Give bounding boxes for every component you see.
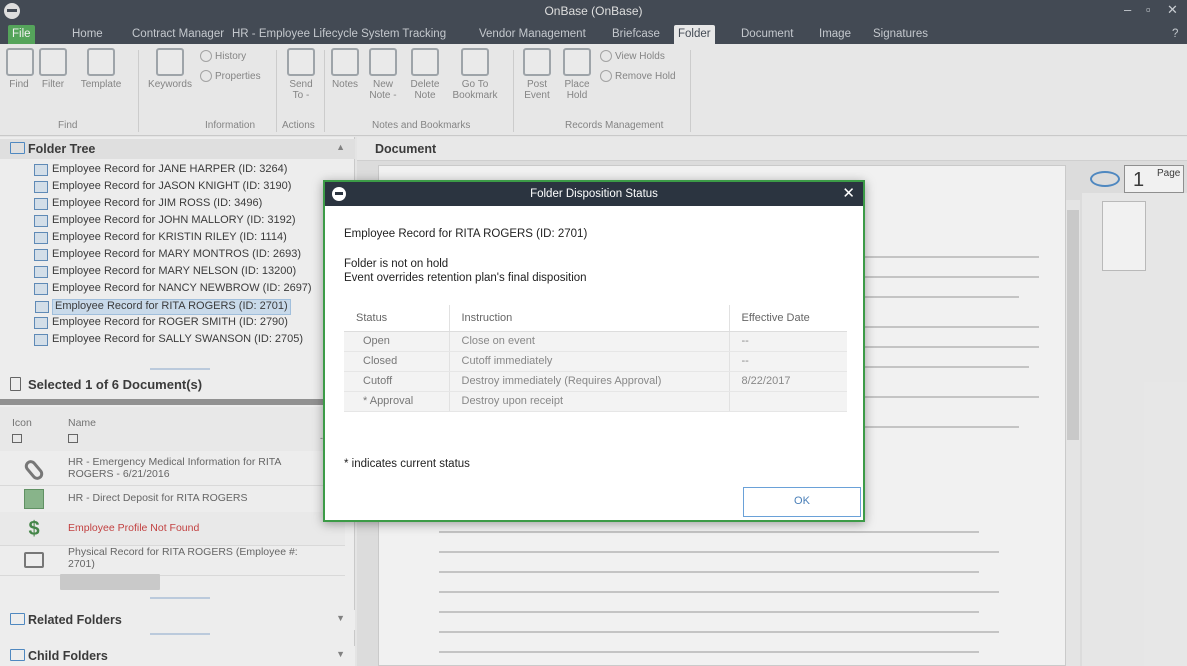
row-instruction: Destroy immediately (Requires Approval) xyxy=(448,371,729,392)
ok-button[interactable]: OK xyxy=(743,487,861,517)
table-row: Closed Cutoff immediately -- xyxy=(344,351,847,372)
row-effective-date: -- xyxy=(728,331,847,352)
disposition-table: Status Instruction Effective Date Open Cl… xyxy=(344,305,847,412)
row-effective-date: 8/22/2017 xyxy=(728,371,847,392)
record-name: Employee Record for RITA ROGERS (ID: 270… xyxy=(344,228,588,240)
row-instruction: Destroy upon receipt xyxy=(448,391,729,412)
footnote: * indicates current status xyxy=(344,458,470,470)
event-note: Event overrides retention plan's final d… xyxy=(344,272,587,284)
row-instruction: Cutoff immediately xyxy=(448,351,729,372)
row-status: Closed xyxy=(344,351,449,372)
row-status: Cutoff xyxy=(344,371,449,392)
hold-status: Folder is not on hold xyxy=(344,258,449,270)
dialog-title-bar: Folder Disposition Status ✕ xyxy=(325,182,863,206)
table-row: * Approval Destroy upon receipt xyxy=(344,391,847,412)
row-status: Open xyxy=(344,331,449,352)
table-row: Open Close on event -- xyxy=(344,331,847,352)
col-effective-date-header: Effective Date xyxy=(728,305,847,332)
onbase-logo-icon xyxy=(332,187,346,201)
col-instruction-header: Instruction xyxy=(448,305,729,332)
folder-disposition-dialog: Folder Disposition Status ✕ Employee Rec… xyxy=(323,180,865,522)
row-instruction: Close on event xyxy=(448,331,729,352)
close-icon[interactable]: ✕ xyxy=(842,182,855,206)
dialog-title: Folder Disposition Status xyxy=(530,188,658,200)
row-effective-date xyxy=(728,391,847,412)
row-effective-date: -- xyxy=(728,351,847,372)
col-status-header: Status xyxy=(344,305,449,332)
row-status: * Approval xyxy=(344,391,449,412)
table-row: Cutoff Destroy immediately (Requires Appr… xyxy=(344,371,847,392)
